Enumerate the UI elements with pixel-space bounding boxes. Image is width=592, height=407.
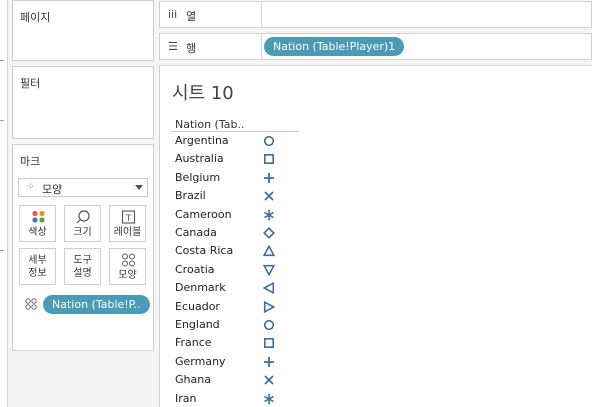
triangle-left-shape-mark[interactable] xyxy=(263,282,275,295)
column-header[interactable]: Nation (Tab.. xyxy=(175,118,244,131)
shapes-icon xyxy=(122,253,135,267)
shapes-icon: ⁘ xyxy=(27,182,35,192)
table-row[interactable]: Iran xyxy=(175,390,305,407)
row-label: Iran xyxy=(175,391,197,405)
circle-shape-mark[interactable] xyxy=(263,319,275,331)
square-shape-mark[interactable] xyxy=(263,337,275,349)
table-row[interactable]: Germany xyxy=(175,353,305,371)
table-row[interactable]: Brazil xyxy=(175,187,305,205)
table-row[interactable]: Belgium xyxy=(175,169,305,187)
label-button[interactable]: T 레이블 xyxy=(109,205,146,242)
table-row[interactable]: Ecuador xyxy=(175,298,305,316)
times-shape-mark[interactable] xyxy=(263,374,275,386)
color-dots-icon xyxy=(32,210,45,223)
color-button[interactable]: 색상 xyxy=(19,205,56,242)
marks-title: 마크 xyxy=(20,155,41,168)
tooltip-button[interactable]: 도구 설명 xyxy=(64,248,101,285)
text-label-icon: T xyxy=(121,210,136,224)
table-row[interactable]: Ghana xyxy=(175,371,305,389)
table-row[interactable]: Canada xyxy=(175,224,305,242)
filters-panel[interactable]: 필터 xyxy=(12,66,154,139)
table-row[interactable]: Croatia xyxy=(175,261,305,279)
mark-type-dropdown[interactable]: ⁘ 모양 xyxy=(18,178,148,197)
table-row[interactable]: Denmark xyxy=(175,279,305,297)
sheet-view: 시트 10 Nation (Tab.. Argentina Australia Be… xyxy=(159,65,592,407)
row-label: France xyxy=(175,336,212,350)
rows-icon: ☰ xyxy=(168,40,178,53)
row-label: Cameroon xyxy=(175,207,232,221)
shape-button-label: 모양 xyxy=(118,270,137,281)
row-label: Ghana xyxy=(175,373,211,387)
row-label: Canada xyxy=(175,226,217,239)
table-row[interactable]: Cameroon xyxy=(175,206,305,224)
row-label: Croatia xyxy=(175,262,215,276)
sheet-title: 시트 10 xyxy=(172,83,234,104)
size-button-label: 크기 xyxy=(73,227,92,238)
pages-title: 페이지 xyxy=(20,11,51,24)
row-label: Germany xyxy=(175,354,226,368)
triangle-right-shape-mark[interactable] xyxy=(263,300,275,313)
row-label: Costa Rica xyxy=(175,244,234,258)
shape-button[interactable]: 모양 xyxy=(109,248,146,285)
shape-field-pill[interactable]: Nation (Table!P.. xyxy=(43,295,150,314)
detail-button[interactable]: 세부 정보 xyxy=(19,248,56,285)
mark-type-value: 모양 xyxy=(42,183,63,196)
rows-shelf[interactable]: ☰ 행 Nation (Table!Player)1 xyxy=(159,33,592,60)
square-shape-mark[interactable] xyxy=(263,153,275,165)
rows-shelf-label: 행 xyxy=(186,42,197,55)
triangle-down-shape-mark[interactable] xyxy=(263,264,275,276)
row-label: Denmark xyxy=(175,281,226,295)
asterisk-shape-mark[interactable] xyxy=(263,209,275,221)
row-label: Ecuador xyxy=(175,299,220,313)
row-label: Australia xyxy=(175,152,224,166)
table-row[interactable]: Costa Rica xyxy=(175,242,305,260)
table-row[interactable]: Australia xyxy=(175,150,305,168)
shapes-icon xyxy=(25,298,37,310)
rows-field-pill[interactable]: Nation (Table!Player)1 xyxy=(264,37,405,56)
edge-tick xyxy=(0,60,4,61)
columns-icon: iii xyxy=(168,8,178,21)
asterisk-shape-mark[interactable] xyxy=(263,393,275,405)
color-button-label: 색상 xyxy=(28,227,47,238)
columns-shelf-label-area: iii 열 xyxy=(160,2,262,27)
triangle-up-shape-mark[interactable] xyxy=(263,245,275,257)
edge-tick xyxy=(0,250,4,251)
row-label: Belgium xyxy=(175,170,221,184)
label-button-label: 레이블 xyxy=(113,227,142,238)
table-row[interactable]: England xyxy=(175,316,305,334)
detail-button-label: 세부 정보 xyxy=(28,255,47,279)
size-icon xyxy=(76,210,90,224)
circle-shape-mark[interactable] xyxy=(263,135,275,147)
left-edge-strip xyxy=(0,0,8,407)
pages-panel[interactable]: 페이지 xyxy=(12,0,154,61)
columns-shelf-label: 열 xyxy=(186,10,197,23)
filters-title: 필터 xyxy=(20,77,41,90)
rows-shelf-label-area: ☰ 행 xyxy=(160,34,262,59)
table-row[interactable]: France xyxy=(175,334,305,352)
row-label: Brazil xyxy=(175,189,206,203)
diamond-shape-mark[interactable] xyxy=(263,227,275,239)
times-shape-mark[interactable] xyxy=(263,190,275,202)
row-label: England xyxy=(175,318,220,331)
tooltip-button-label: 도구 설명 xyxy=(73,255,92,279)
chevron-down-icon xyxy=(135,185,143,190)
plus-shape-mark[interactable] xyxy=(263,172,275,184)
marks-panel: 마크 ⁘ 모양 색상 크기 T 레이블 세부 정보 도구 설명 모양 Natio… xyxy=(12,144,154,351)
edge-tick xyxy=(0,120,4,121)
table-row[interactable]: Argentina xyxy=(175,132,305,150)
size-button[interactable]: 크기 xyxy=(64,205,101,242)
columns-shelf[interactable]: iii 열 xyxy=(159,1,592,28)
plus-shape-mark[interactable] xyxy=(263,356,275,368)
row-label: Argentina xyxy=(175,134,229,147)
